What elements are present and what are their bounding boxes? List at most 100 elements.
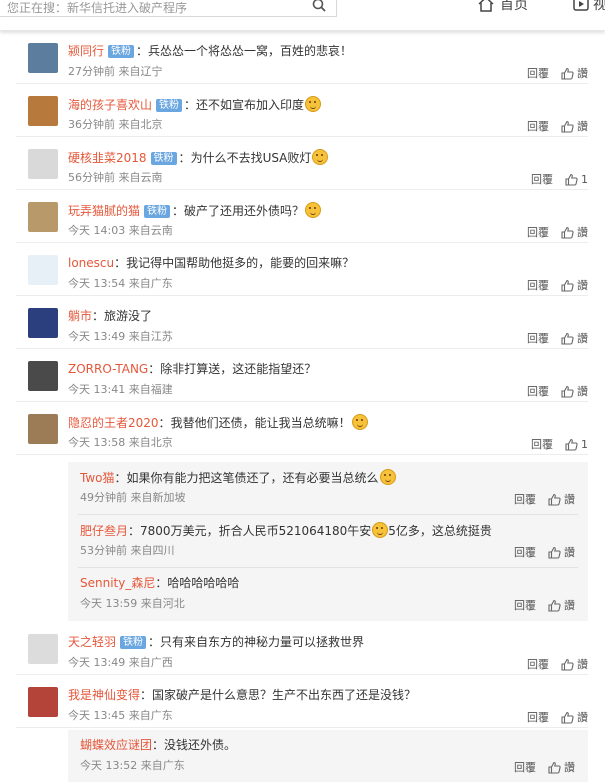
avatar[interactable] xyxy=(28,634,58,664)
comment-meta: 今天 13:59 来自河北 xyxy=(80,597,185,611)
username-link[interactable]: 蝴蝶效应谜团 xyxy=(80,738,152,752)
comment-text-line: 颍同行 铁粉 ：兵怂怂一个将怂怂一窝，百姓的悲哀！ xyxy=(68,43,580,59)
username-link[interactable]: 海的孩子喜欢山 xyxy=(68,98,152,112)
avatar[interactable] xyxy=(28,361,58,391)
colon-separator: ： xyxy=(92,309,105,323)
comment-item: ZORRO-TANG：除非打算送，这还能指望还？ 今天 13:41 来自福建 回覆 讚 xyxy=(16,349,588,402)
avatar[interactable] xyxy=(28,687,58,717)
comment-item: 隐忍的王者2020：我替他们还债，能让我当总统嘛！ 今天 13:58 来自北京 回覆… xyxy=(16,402,588,455)
comment-text-line: Sennity_森尼：哈哈哈哈哈哈 xyxy=(80,575,580,591)
reply-button[interactable]: 回覆 xyxy=(531,436,553,452)
fan-badge: 铁粉 xyxy=(156,99,183,112)
reply-button[interactable]: 回覆 xyxy=(527,709,549,725)
like-button[interactable]: 讚 xyxy=(561,118,588,134)
username-link[interactable]: 天之轻羽 xyxy=(68,635,116,649)
reply-button[interactable]: 回覆 xyxy=(527,118,549,134)
avatar[interactable] xyxy=(28,202,58,232)
comment-actions: 回覆 讚 xyxy=(527,330,588,346)
like-button[interactable]: 讚 xyxy=(561,224,588,240)
username-link[interactable]: 隐忍的王者2020 xyxy=(68,416,159,430)
location: 来自云南 xyxy=(128,224,173,237)
comment-divider xyxy=(16,727,588,728)
like-button[interactable]: 讚 xyxy=(561,65,588,81)
like-count: 讚 xyxy=(577,711,588,724)
username-link[interactable]: 躺市 xyxy=(68,309,92,323)
search-icon[interactable] xyxy=(312,0,326,12)
reply-button[interactable]: 回覆 xyxy=(527,330,549,346)
like-button[interactable]: 讚 xyxy=(548,544,575,560)
comment-text: 我记得中国帮助他挺多的，能要的回来嘛？ xyxy=(126,256,355,270)
reply-button[interactable]: 回覆 xyxy=(527,656,549,672)
username-link[interactable]: 肥仔叁月 xyxy=(80,524,128,538)
home-icon xyxy=(478,0,494,12)
avatar[interactable] xyxy=(28,308,58,338)
comment-text-line: 蝴蝶效应谜团：没钱还外债。 xyxy=(80,737,580,753)
colon-separator: ： xyxy=(114,471,127,485)
search-input[interactable]: 您正在搜：新华信托进入破产程序 xyxy=(0,0,337,17)
reply-button[interactable]: 回覆 xyxy=(527,224,549,240)
video-link[interactable]: 视频 xyxy=(573,0,605,14)
like-button[interactable]: 讚 xyxy=(561,383,588,399)
comment-actions: 回覆 讚 xyxy=(514,597,575,613)
like-button[interactable]: 讚 xyxy=(548,597,575,613)
comment-text: 我替他们还债，能让我当总统嘛！ xyxy=(170,416,351,430)
location: 来自北京 xyxy=(128,436,173,449)
timestamp: 36分钟前 xyxy=(68,118,115,131)
avatar[interactable] xyxy=(28,255,58,285)
location: 来自新加坡 xyxy=(130,491,186,504)
username-link[interactable]: lonescu xyxy=(68,256,114,270)
like-button[interactable]: 1 xyxy=(565,438,588,451)
timestamp: 今天 13:45 xyxy=(68,709,126,722)
fan-badge: 铁粉 xyxy=(108,45,135,58)
reply-item: Sennity_森尼：哈哈哈哈哈哈 今天 13:59 来自河北 回覆 讚 xyxy=(68,568,588,621)
avatar[interactable] xyxy=(28,414,58,444)
like-button[interactable]: 1 xyxy=(565,173,588,186)
comment-meta: 36分钟前 来自北京 xyxy=(68,118,163,132)
comment-text-cont: 5亿多，这总统挺贵 xyxy=(388,524,492,538)
like-button[interactable]: 讚 xyxy=(561,330,588,346)
username-link[interactable]: 颍同行 xyxy=(68,44,104,58)
comment-actions: 回覆 讚 xyxy=(527,224,588,240)
like-count: 讚 xyxy=(577,226,588,239)
reply-button[interactable]: 回覆 xyxy=(514,491,536,507)
reply-button[interactable]: 回覆 xyxy=(527,65,549,81)
location: 来自广东 xyxy=(140,759,185,772)
home-link[interactable]: 首页 xyxy=(478,0,528,14)
reply-button[interactable]: 回覆 xyxy=(527,277,549,293)
comment-text: 国家破产是什么意思？生产不出东西了还是没钱？ xyxy=(152,688,417,702)
like-button[interactable]: 讚 xyxy=(548,491,575,507)
reply-button[interactable]: 回覆 xyxy=(514,759,536,775)
like-button[interactable]: 讚 xyxy=(561,709,588,725)
reply-item: Two猫：如果你有能力把这笔债还了，还有必要当总统么 49分钟前 来自新加坡 回覆 讚 xyxy=(68,462,588,515)
timestamp: 56分钟前 xyxy=(68,171,115,184)
reply-button[interactable]: 回覆 xyxy=(514,544,536,560)
username-link[interactable]: Sennity_森尼 xyxy=(80,576,155,590)
like-button[interactable]: 讚 xyxy=(561,277,588,293)
comment-text-line: Two猫：如果你有能力把这笔债还了，还有必要当总统么 xyxy=(80,469,580,486)
reply-button[interactable]: 回覆 xyxy=(514,597,536,613)
username-link[interactable]: Two猫 xyxy=(80,471,115,485)
avatar[interactable] xyxy=(28,96,58,126)
top-bar: 您正在搜：新华信托进入破产程序 首页 视频 xyxy=(0,0,605,31)
username-link[interactable]: ZORRO-TANG xyxy=(68,362,148,376)
location: 来自广西 xyxy=(128,656,173,669)
colon-separator: ： xyxy=(178,151,191,165)
username-link[interactable]: 玩弄猫腻的猫 xyxy=(68,204,140,218)
comment-meta: 今天 13:49 来自广西 xyxy=(68,656,173,670)
like-button[interactable]: 讚 xyxy=(548,759,575,775)
comment-text: 7800万美元，折合人民币521064180午安 xyxy=(140,524,372,538)
username-link[interactable]: 硬核韭菜2018 xyxy=(68,151,147,165)
avatar[interactable] xyxy=(28,149,58,179)
comment-text-line: 海的孩子喜欢山 铁粉 ：还不如宣布加入印度 xyxy=(68,96,580,113)
like-button[interactable]: 讚 xyxy=(561,656,588,672)
comment-meta: 49分钟前 来自新加坡 xyxy=(80,491,186,505)
username-link[interactable]: 我是神仙变得 xyxy=(68,688,140,702)
reply-button[interactable]: 回覆 xyxy=(527,383,549,399)
thumb-up-icon xyxy=(561,67,574,80)
thumb-up-icon xyxy=(561,279,574,292)
thumb-up-icon xyxy=(561,226,574,239)
location: 来自云南 xyxy=(118,171,163,184)
like-count: 讚 xyxy=(564,599,575,612)
avatar[interactable] xyxy=(28,43,58,73)
reply-button[interactable]: 回覆 xyxy=(531,171,553,187)
